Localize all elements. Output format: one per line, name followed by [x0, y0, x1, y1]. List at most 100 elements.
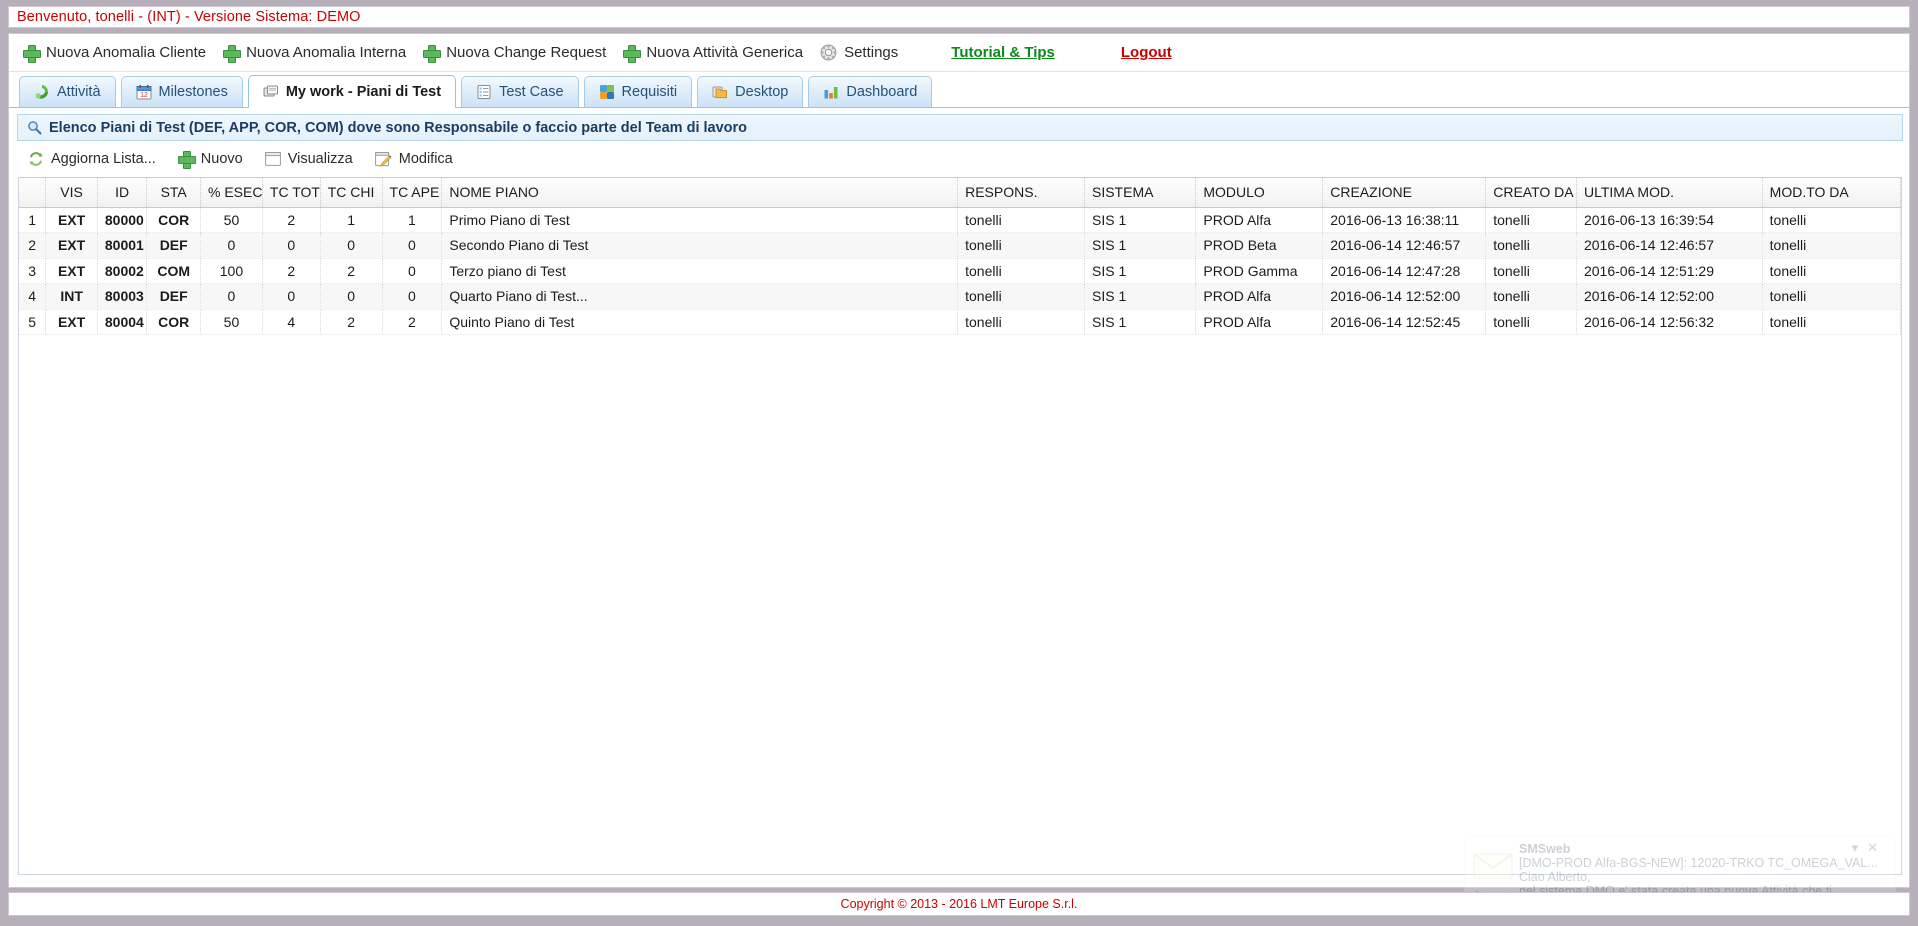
svg-text:12: 12: [140, 92, 148, 99]
action-label: Nuovo: [200, 151, 243, 167]
cell-id: 80002: [97, 258, 148, 284]
cell-tcape: 0: [382, 258, 443, 284]
col-header-sta[interactable]: STA: [146, 178, 201, 208]
tab-label: My work - Piani di Test: [285, 83, 442, 100]
toast-title: SMSweb: [1519, 842, 1571, 856]
cell-sta: DEF: [146, 232, 201, 259]
cell-tcape: 2: [382, 309, 443, 335]
menu-nuova-change-request[interactable]: Nuova Change Request: [419, 38, 619, 68]
table-row[interactable]: 1 EXT 80000 COR 50 2 1 1 Primo Piano di Test tone…: [19, 207, 1901, 233]
cell-modtoda: tonelli: [1762, 283, 1901, 310]
cell-esec: 100: [200, 258, 263, 284]
menu-nuova-anomalia-interna[interactable]: Nuova Anomalia Interna: [219, 38, 419, 68]
tab-label: Milestones: [158, 84, 228, 100]
cell-sistema: SIS 1: [1084, 207, 1197, 233]
cell-tcchi: 0: [320, 232, 383, 259]
plus-icon: [177, 151, 196, 169]
toast-line-1: Ciao Alberto,: [1519, 870, 1591, 884]
search-icon: [27, 120, 42, 135]
col-header-vis[interactable]: VIS: [45, 178, 98, 208]
plans-icon: [263, 84, 279, 100]
col-header-tc-ape[interactable]: TC APE: [382, 178, 443, 208]
modifica-button[interactable]: Modifica: [373, 146, 465, 172]
visualizza-button[interactable]: Visualizza: [263, 146, 365, 172]
tab-test-case[interactable]: Test Case: [461, 76, 579, 107]
cell-nome: Terzo piano di Test: [441, 258, 959, 284]
col-header-sistema[interactable]: SISTEMA: [1084, 178, 1197, 208]
tab-my-work-piani-di-test[interactable]: My work - Piani di Test: [247, 75, 457, 108]
tab-attivita[interactable]: Attività: [19, 76, 116, 107]
cell-creatoda: tonelli: [1485, 283, 1577, 310]
menu-settings[interactable]: Settings: [816, 38, 911, 68]
cell-esec: 50: [200, 207, 263, 233]
footer-bar: Copyright © 2013 - 2016 LMT Europe S.r.l…: [8, 892, 1910, 916]
tab-requisiti[interactable]: Requisiti: [583, 76, 693, 107]
col-header-ultima-mod[interactable]: ULTIMA MOD.: [1576, 178, 1763, 208]
cell-num: 2: [19, 232, 47, 259]
cell-modulo: PROD Alfa: [1195, 207, 1324, 233]
tab-strip: Attività 12 Milestones My work - Piani d…: [9, 72, 1909, 108]
cell-tcape: 0: [382, 232, 443, 259]
col-header-tc-tot[interactable]: TC TOT: [262, 178, 321, 208]
calendar-icon: 12: [136, 84, 152, 100]
menu-label: Nuova Anomalia Interna: [246, 44, 407, 61]
test-plans-grid: VIS ID STA % ESEC TC TOT TC CHI TC APE N…: [18, 177, 1902, 875]
table-row[interactable]: 5 EXT 80004 COR 50 4 2 2 Quinto Piano di Test ton…: [19, 309, 1901, 335]
gear-icon: [820, 44, 837, 61]
menu-nuova-anomalia-cliente[interactable]: Nuova Anomalia Cliente: [19, 38, 219, 68]
col-header-creazione[interactable]: CREAZIONE: [1322, 178, 1487, 208]
col-header-mod-to-da[interactable]: MOD.TO DA: [1762, 178, 1901, 208]
cell-vis: INT: [45, 283, 98, 310]
cell-sta: COM: [146, 258, 201, 284]
tab-label: Dashboard: [846, 84, 918, 100]
close-icon[interactable]: ✕: [1867, 840, 1887, 855]
cell-num: 5: [19, 309, 47, 335]
cell-esec: 0: [200, 232, 263, 259]
cell-tcchi: 0: [320, 283, 383, 310]
toast-controls[interactable]: ▾✕: [1852, 840, 1887, 856]
cell-modulo: PROD Gamma: [1195, 258, 1324, 284]
puzzle-icon: [599, 84, 615, 100]
cell-respons: tonelli: [957, 309, 1085, 335]
minimize-icon[interactable]: ▾: [1852, 840, 1868, 855]
plus-icon: [23, 44, 41, 63]
tutorial-tips-link[interactable]: Tutorial & Tips: [929, 44, 1077, 61]
cell-esec: 50: [200, 309, 263, 335]
plus-icon: [223, 44, 242, 63]
col-header-respons[interactable]: RESPONS.: [957, 178, 1085, 208]
cell-modtoda: tonelli: [1762, 232, 1901, 259]
col-header-esec[interactable]: % ESEC: [200, 178, 263, 208]
tab-desktop[interactable]: Desktop: [697, 76, 804, 107]
cell-creazione: 2016-06-14 12:52:00: [1322, 283, 1487, 310]
tab-milestones[interactable]: 12 Milestones: [120, 76, 243, 107]
col-header-id[interactable]: ID: [97, 178, 148, 208]
grid-header-row: VIS ID STA % ESEC TC TOT TC CHI TC APE N…: [19, 178, 1901, 208]
col-header-nome-piano[interactable]: NOME PIANO: [441, 178, 959, 208]
cell-tctot: 2: [262, 258, 321, 284]
col-header-modulo[interactable]: MODULO: [1195, 178, 1324, 208]
cell-vis: EXT: [45, 309, 98, 335]
envelope-icon: [1473, 850, 1513, 880]
col-header-tc-chi[interactable]: TC CHI: [320, 178, 383, 208]
logout-link[interactable]: Logout: [1099, 44, 1194, 61]
cell-creatoda: tonelli: [1485, 232, 1577, 259]
aggiorna-lista-button[interactable]: Aggiorna Lista...: [26, 146, 168, 172]
table-row[interactable]: 2 EXT 80001 DEF 0 0 0 0 Secondo Piano di Test ton…: [19, 232, 1901, 259]
copyright-text: Copyright © 2013 - 2016 LMT Europe S.r.l…: [840, 897, 1078, 911]
cell-tcape: 1: [382, 207, 443, 233]
table-row[interactable]: 3 EXT 80002 COM 100 2 2 0 Terzo piano di Test ton…: [19, 258, 1901, 284]
welcome-bar: Benvenuto, tonelli - (INT) - Versione Si…: [8, 6, 1910, 28]
col-header-creato-da[interactable]: CREATO DA: [1485, 178, 1577, 208]
table-row[interactable]: 4 INT 80003 DEF 0 0 0 0 Quarto Piano di Test... t…: [19, 283, 1901, 310]
menu-nuova-attivita-generica[interactable]: Nuova Attività Generica: [619, 38, 816, 68]
cell-tctot: 0: [262, 232, 321, 259]
cell-id: 80001: [97, 232, 148, 259]
action-label: Visualizza: [287, 151, 353, 167]
edit-icon: [374, 151, 392, 167]
cell-respons: tonelli: [957, 258, 1085, 284]
tab-dashboard[interactable]: Dashboard: [808, 76, 933, 107]
col-header-num[interactable]: [19, 178, 47, 208]
nuovo-button[interactable]: Nuovo: [176, 146, 255, 172]
cell-creatoda: tonelli: [1485, 207, 1577, 233]
action-label: Modifica: [398, 151, 453, 167]
